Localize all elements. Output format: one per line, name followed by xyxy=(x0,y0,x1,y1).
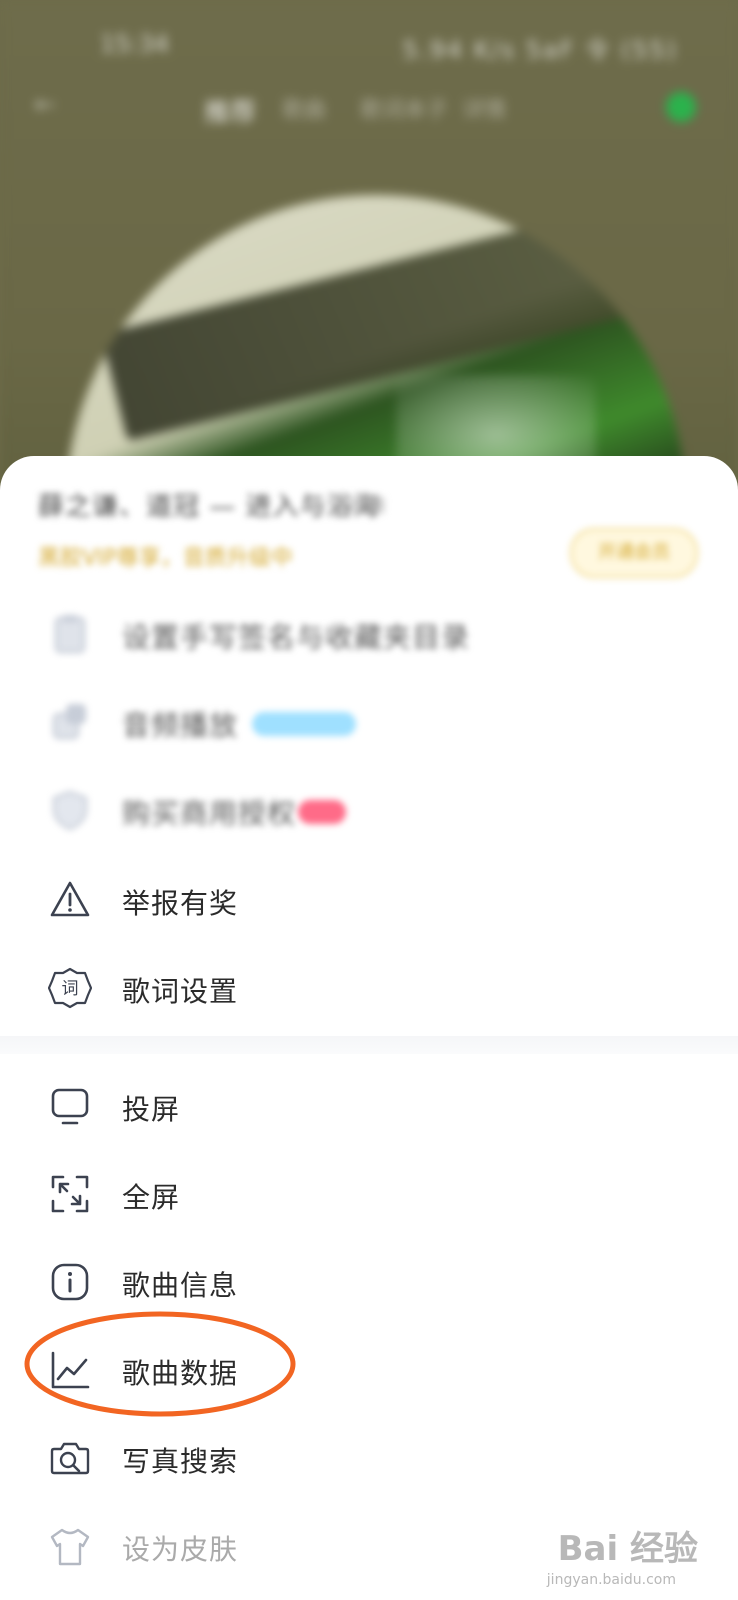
tab-song[interactable]: 歌曲 xyxy=(282,92,326,124)
menu-label: 写真搜索 xyxy=(122,1445,239,1478)
menu-item-signature[interactable]: 设置手写签名与收藏夹目录 xyxy=(0,590,738,678)
arrow-left-icon[interactable]: ← xyxy=(34,90,56,120)
user-avatar[interactable] xyxy=(666,92,696,122)
chart-icon xyxy=(51,1351,90,1389)
info-icon xyxy=(51,1263,89,1301)
cast-screen-icon xyxy=(51,1088,89,1125)
status-bar: 15:34 5.94 K/s 5aF 令 (55) xyxy=(0,20,738,70)
share-icon xyxy=(53,704,86,739)
fullscreen-icon xyxy=(51,1175,89,1213)
menu-item-song-info[interactable]: 歌曲信息 xyxy=(0,1238,738,1326)
menu-label: 音频播放 xyxy=(122,709,239,742)
status-time: 15:34 xyxy=(100,30,170,58)
menu-label: 举报有奖 xyxy=(122,887,239,920)
new-feature-badge xyxy=(252,712,356,736)
menu-item-song-data[interactable]: 歌曲数据 xyxy=(0,1326,738,1414)
section-divider xyxy=(0,1036,738,1054)
menu-item-photo-search[interactable]: 写真搜索 xyxy=(0,1414,738,1502)
menu-item-fullscreen[interactable]: 全屏 xyxy=(0,1150,738,1238)
menu-label: 投屏 xyxy=(122,1093,181,1126)
status-indicators: 5.94 K/s 5aF 令 (55) xyxy=(402,36,678,64)
clipboard-icon xyxy=(55,615,85,653)
menu-label: 歌词设置 xyxy=(122,975,239,1008)
baidu-watermark-url: jingyan.baidu.com xyxy=(546,1572,676,1588)
tab-recommend[interactable]: 推荐 xyxy=(204,92,256,129)
camera-search-icon xyxy=(50,1442,90,1475)
menu-item-audio[interactable]: 音频播放 xyxy=(0,678,738,766)
menu-label: 歌曲信息 xyxy=(122,1269,239,1302)
tshirt-icon xyxy=(50,1528,90,1566)
menu-label: 购买商用授权 xyxy=(122,797,297,830)
menu-label: 设为皮肤 xyxy=(122,1533,239,1566)
lyrics-icon: 词 xyxy=(48,967,92,1009)
song-tag: 详情 xyxy=(350,496,386,517)
tab-detail[interactable]: 详情 xyxy=(462,92,506,124)
vip-promo-text: 黑胶VIP尊享，音质升级中 xyxy=(38,546,293,571)
menu-item-lyrics-settings[interactable]: 词 歌词设置 xyxy=(0,944,738,1032)
tab-lyrics[interactable]: 歌词本子 xyxy=(360,92,448,124)
menu-label: 全屏 xyxy=(122,1181,181,1214)
lyrics-icon-glyph: 词 xyxy=(62,979,79,999)
menu-item-report[interactable]: 举报有奖 xyxy=(0,856,738,944)
song-title: 薛之谦、道冠 — 进入与浴海 xyxy=(38,492,381,522)
hot-badge xyxy=(298,800,346,824)
menu-item-license[interactable]: 购买商用授权 xyxy=(0,766,738,854)
shield-icon xyxy=(53,790,87,831)
vip-open-button[interactable]: 开通会员 xyxy=(570,528,698,578)
warning-icon xyxy=(50,881,90,917)
menu-item-cast[interactable]: 投屏 xyxy=(0,1062,738,1150)
more-options-sheet: 薛之谦、道冠 — 进入与浴海 详情 黑胶VIP尊享，音质升级中 开通会员 设置手… xyxy=(0,456,738,1600)
player-nav-bar: ← 推荐 歌曲 歌词本子 详情 xyxy=(0,86,738,129)
menu-label: 歌曲数据 xyxy=(122,1357,239,1390)
baidu-watermark: Bai 经验 xyxy=(557,1529,698,1569)
menu-label: 设置手写签名与收藏夹目录 xyxy=(122,621,471,654)
